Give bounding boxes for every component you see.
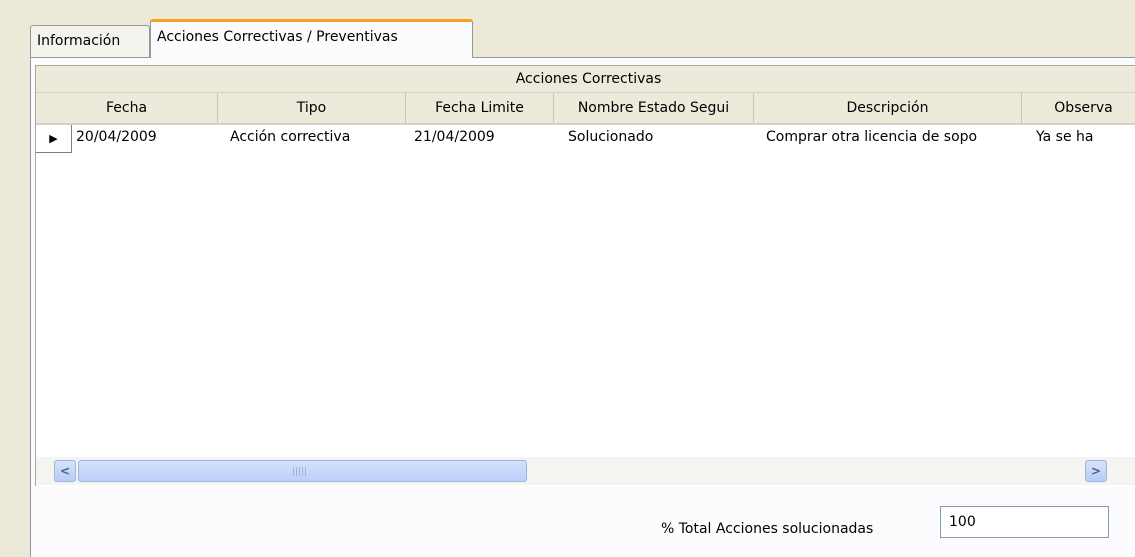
- total-acciones-field[interactable]: 100: [940, 506, 1109, 538]
- scroll-left-icon[interactable]: <: [54, 460, 76, 482]
- cell-fecha[interactable]: 20/04/2009: [74, 125, 218, 153]
- scrollbar-thumb[interactable]: [78, 460, 527, 482]
- column-header-fecha-limite[interactable]: Fecha Limite: [406, 93, 554, 123]
- column-header-tipo[interactable]: Tipo: [218, 93, 406, 123]
- total-acciones-label: % Total Acciones solucionadas: [661, 521, 874, 537]
- column-header-fecha[interactable]: Fecha: [36, 93, 218, 123]
- table-row[interactable]: ▶ 20/04/2009 Acción correctiva 21/04/200…: [36, 125, 1135, 153]
- tab-informacion[interactable]: Información: [30, 25, 150, 57]
- cell-observaciones[interactable]: Ya se ha: [1034, 125, 1135, 153]
- horizontal-scrollbar[interactable]: < >: [36, 457, 1135, 485]
- scrollbar-grip-icon: [293, 467, 307, 476]
- row-selector-arrow-icon[interactable]: ▶: [36, 125, 72, 153]
- cell-fecha-limite[interactable]: 21/04/2009: [412, 125, 554, 153]
- grid-header-row: Fecha Tipo Fecha Limite Nombre Estado Se…: [36, 93, 1135, 125]
- cell-descripcion[interactable]: Comprar otra licencia de sopo: [764, 125, 1022, 153]
- column-header-observaciones[interactable]: Observa: [1022, 93, 1135, 123]
- tab-panel: Acciones Correctivas Fecha Tipo Fecha Li…: [30, 57, 1135, 557]
- grid-caption: Acciones Correctivas: [36, 66, 1135, 93]
- cell-tipo[interactable]: Acción correctiva: [228, 125, 406, 153]
- cell-estado[interactable]: Solucionado: [566, 125, 754, 153]
- column-header-estado[interactable]: Nombre Estado Segui: [554, 93, 754, 123]
- tab-acciones-correctivas[interactable]: Acciones Correctivas / Preventivas: [150, 19, 473, 58]
- column-header-descripcion[interactable]: Descripción: [754, 93, 1022, 123]
- scroll-right-icon[interactable]: >: [1085, 460, 1107, 482]
- acciones-grid[interactable]: Acciones Correctivas Fecha Tipo Fecha Li…: [35, 65, 1135, 486]
